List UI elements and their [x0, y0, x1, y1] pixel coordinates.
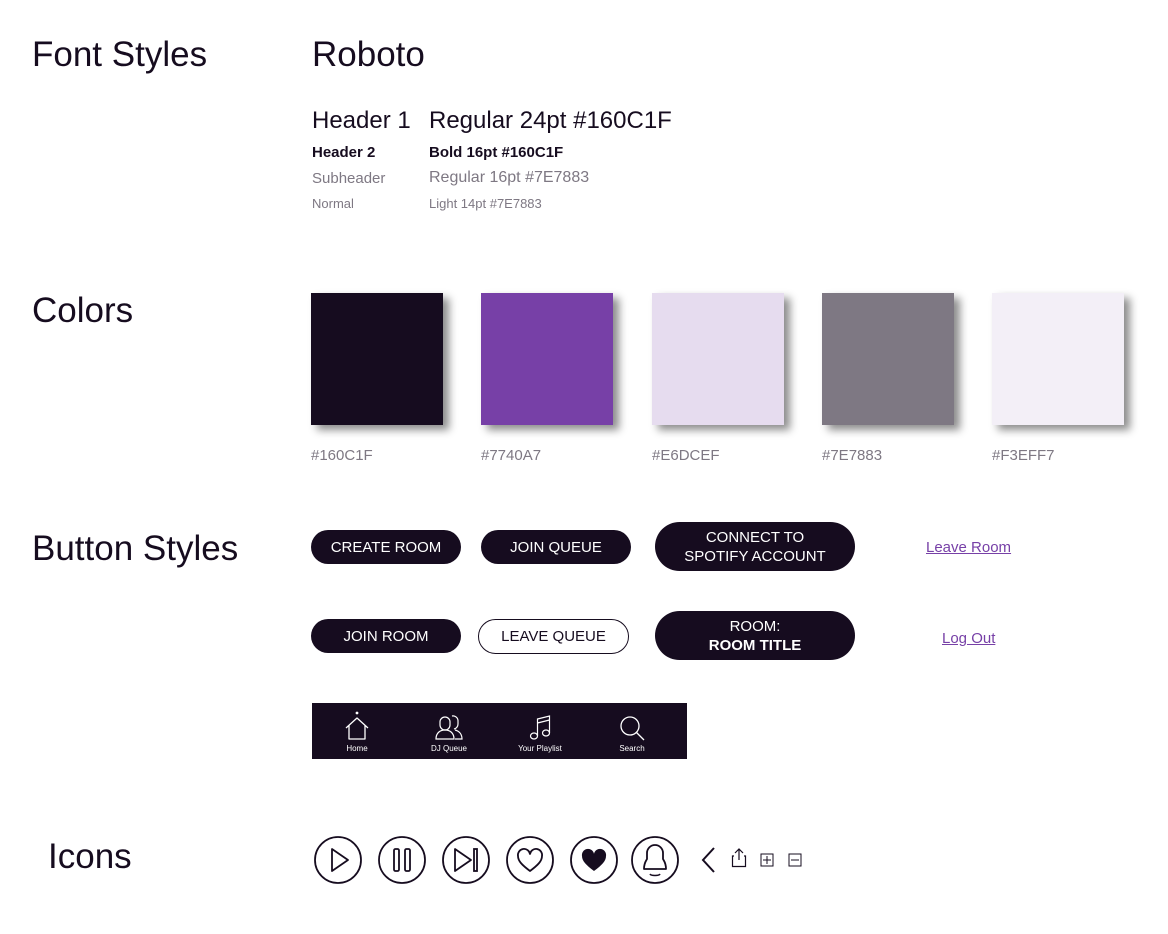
typo-normal-label: Normal — [312, 196, 354, 211]
connect-spotify-line1: CONNECT TO — [705, 528, 805, 546]
section-title-font-styles: Font Styles — [32, 35, 208, 74]
swatch-lavender — [652, 293, 784, 425]
music-note-icon — [529, 715, 551, 740]
section-title-colors: Colors — [32, 291, 134, 330]
nav-label-your-playlist: Your Playlist — [518, 744, 562, 753]
swatch-purple-label: #7740A7 — [481, 447, 542, 464]
profile-icon[interactable] — [631, 836, 679, 884]
bottom-nav-bar: Home DJ Queue Your Playlist Search — [312, 703, 687, 759]
section-title-button-styles: Button Styles — [32, 529, 239, 568]
nav-item-dj-queue[interactable]: DJ Queue — [409, 703, 489, 759]
typo-header2-spec: Bold 16pt #160C1F — [429, 144, 564, 161]
connect-spotify-button[interactable]: CONNECT TO SPOTIFY ACCOUNT — [655, 522, 855, 571]
swatch-gray — [822, 293, 954, 425]
join-queue-button[interactable]: JOIN QUEUE — [481, 530, 631, 564]
join-room-button[interactable]: JOIN ROOM — [311, 619, 461, 653]
create-room-button[interactable]: CREATE ROOM — [311, 530, 461, 564]
nav-item-search[interactable]: Search — [592, 703, 672, 759]
heart-filled-icon[interactable] — [570, 836, 618, 884]
skip-next-icon[interactable] — [442, 836, 490, 884]
section-title-icons: Icons — [48, 837, 132, 876]
swatch-light-label: #F3EFF7 — [992, 447, 1055, 464]
nav-label-dj-queue: DJ Queue — [430, 744, 468, 753]
room-title-button[interactable]: ROOM: ROOM TITLE — [655, 611, 855, 660]
connect-spotify-line2: SPOTIFY ACCOUNT — [684, 547, 826, 565]
swatch-gray-label: #7E7883 — [822, 447, 883, 464]
play-icon[interactable] — [314, 836, 362, 884]
chevron-left-icon[interactable] — [699, 846, 717, 874]
room-title-line1: ROOM: — [729, 617, 781, 635]
leave-room-link[interactable]: Leave Room — [926, 539, 1011, 556]
users-icon — [435, 715, 463, 740]
swatch-dark — [311, 293, 443, 425]
nav-item-your-playlist[interactable]: Your Playlist — [500, 703, 580, 759]
typo-subheader-spec: Regular 16pt #7E7883 — [429, 169, 590, 186]
heart-outline-icon[interactable] — [506, 836, 554, 884]
leave-queue-button[interactable]: LEAVE QUEUE — [478, 619, 629, 654]
home-icon — [345, 711, 369, 740]
swatch-light — [992, 293, 1124, 425]
swatch-lavender-label: #E6DCEF — [652, 447, 720, 464]
pause-icon[interactable] — [378, 836, 426, 884]
room-title-line2: ROOM TITLE — [708, 636, 802, 654]
typo-header1-label: Header 1 — [312, 107, 411, 134]
expand-icon[interactable] — [760, 853, 774, 867]
share-icon[interactable] — [731, 848, 747, 868]
swatch-dark-label: #160C1F — [311, 447, 373, 464]
log-out-link[interactable]: Log Out — [942, 630, 995, 647]
typo-header1-spec: Regular 24pt #160C1F — [429, 107, 672, 134]
nav-item-home[interactable]: Home — [317, 703, 397, 759]
typo-normal-spec: Light 14pt #7E7883 — [429, 196, 542, 211]
search-icon — [620, 716, 645, 741]
typo-header2-label: Header 2 — [312, 144, 376, 161]
typo-subheader-label: Subheader — [312, 170, 386, 187]
font-family-name: Roboto — [312, 35, 425, 74]
nav-label-home: Home — [346, 744, 368, 753]
swatch-purple — [481, 293, 613, 425]
collapse-icon[interactable] — [788, 853, 802, 867]
nav-label-search: Search — [619, 744, 645, 753]
